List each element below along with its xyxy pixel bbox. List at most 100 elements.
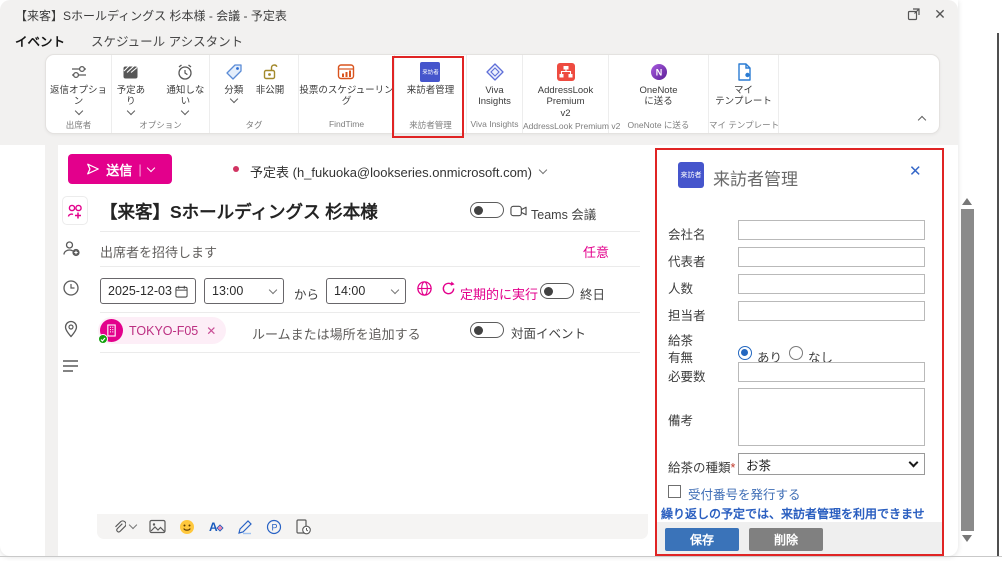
ribbon-group-visitor-management: 来訪者 来訪者管理 来訪者管理	[395, 55, 467, 133]
tab-scheduling-assistant[interactable]: スケジュール アシスタント	[91, 31, 243, 50]
categorize-button[interactable]: 分類	[224, 61, 244, 102]
issue-number-checkbox[interactable]	[668, 485, 681, 498]
calendar-color-dot	[233, 166, 239, 172]
svg-text:N: N	[655, 68, 662, 78]
send-to-onenote-button[interactable]: N OneNote に送る	[639, 61, 677, 108]
location-chip-label: TOKYO-F05	[129, 324, 198, 338]
addresslook-icon	[556, 61, 576, 83]
ribbon-group-attendees: 返信オプション 出席者	[46, 55, 112, 133]
company-label: 会社名	[668, 224, 706, 243]
show-as-busy-button[interactable]: 予定あり	[112, 61, 150, 114]
location-field[interactable]: ルームまたは場所を追加する	[252, 324, 421, 343]
ribbon-group-addresslook: AddressLook Premium v2 AddressLook Premi…	[523, 55, 609, 133]
left-gutter	[45, 145, 58, 556]
scroll-up-arrow-icon[interactable]	[962, 198, 972, 205]
company-input[interactable]	[738, 220, 925, 240]
location-chip[interactable]: TOKYO-F05 ✕	[98, 317, 226, 344]
event-title-icon	[62, 196, 88, 225]
notes-textarea[interactable]	[738, 388, 925, 446]
body-editor[interactable]	[97, 357, 648, 514]
draw-icon[interactable]	[237, 518, 253, 536]
emoji-icon[interactable]	[179, 518, 195, 536]
representative-input[interactable]	[738, 247, 925, 267]
loop-icon[interactable]: P	[266, 518, 282, 536]
add-people-icon	[62, 239, 81, 258]
visitor-management-panel: 来訪者 来訪者管理 ✕ 会社名 代表者 人数 担当者 給茶 有無 あり なし 必…	[655, 148, 944, 556]
chevron-down-icon	[127, 107, 135, 115]
viva-insights-button[interactable]: Viva Insights	[478, 61, 511, 108]
camera-icon	[510, 205, 527, 217]
schedule-send-icon[interactable]	[295, 518, 311, 536]
attach-icon[interactable]	[112, 518, 136, 536]
onenote-icon: N	[649, 61, 669, 83]
editor-toolbar: A P	[97, 514, 648, 539]
page-right-border	[997, 33, 999, 557]
delete-button[interactable]: 削除	[749, 528, 823, 551]
ribbon-collapse-chevron-up-icon[interactable]	[918, 116, 926, 124]
send-button[interactable]: 送信 |	[68, 154, 172, 184]
staff-input[interactable]	[738, 301, 925, 321]
ribbon-group-findtime: 投票のスケジューリング FindTime	[299, 55, 395, 133]
chevron-down-icon	[74, 107, 82, 115]
close-icon[interactable]: ✕	[930, 5, 950, 23]
sliders-icon	[69, 61, 89, 83]
chevron-down-icon	[181, 107, 189, 115]
ribbon: 返信オプション 出席者 予定あり	[45, 54, 940, 134]
issue-number-label[interactable]: 受付番号を発行する	[688, 484, 801, 503]
save-button[interactable]: 保存	[665, 528, 739, 551]
in-person-toggle[interactable]	[470, 322, 504, 338]
chevron-down-icon	[391, 285, 399, 293]
optional-attendees-link[interactable]: 任意	[583, 242, 609, 261]
page-bottom-border	[0, 556, 1002, 557]
tea-yes-radio[interactable]	[738, 346, 752, 360]
scrollbar-thumb[interactable]	[961, 209, 974, 531]
popout-icon[interactable]	[904, 5, 924, 23]
scheduling-poll-button[interactable]: 投票のスケジューリング	[299, 61, 394, 108]
remove-location-icon[interactable]: ✕	[206, 324, 216, 338]
tea-type-select[interactable]: お茶	[738, 453, 925, 475]
my-templates-button[interactable]: マイ テンプレート	[715, 61, 772, 108]
private-button[interactable]: 非公開	[256, 61, 285, 96]
scroll-down-arrow-icon[interactable]	[962, 535, 972, 542]
calendar-selector[interactable]: 予定表 (h_fukuoka@lookseries.onmicrosoft.co…	[250, 162, 546, 181]
teams-meeting-label: Teams 会議	[531, 204, 596, 223]
lock-open-icon	[260, 61, 280, 83]
no-reminder-button[interactable]: 通知しない	[162, 61, 209, 114]
from-to-label: から	[294, 284, 319, 303]
event-title-field[interactable]: 【来客】Sホールディングス 杉本様	[100, 199, 378, 224]
chevron-down-icon	[129, 521, 137, 529]
available-check-icon	[98, 334, 108, 344]
all-day-toggle[interactable]	[540, 283, 574, 299]
all-day-label: 終日	[580, 284, 605, 303]
reply-options-button[interactable]: 返信オプション	[46, 61, 111, 114]
start-date-field[interactable]: 2025-12-03	[100, 278, 196, 304]
chevron-down-icon	[269, 285, 277, 293]
visitor-management-button[interactable]: 来訪者 来訪者管理	[407, 61, 455, 96]
required-asterisk: *	[731, 461, 736, 475]
page-scrollbar[interactable]	[959, 198, 975, 556]
ribbon-group-onenote: N OneNote に送る OneNote に送る	[609, 55, 709, 133]
tea-no-radio[interactable]	[789, 346, 803, 360]
panel-close-icon[interactable]: ✕	[909, 162, 922, 180]
busy-icon	[121, 61, 140, 83]
recurrence-link[interactable]: 定期的に実行	[460, 284, 538, 303]
tag-icon	[224, 61, 244, 83]
teams-meeting-toggle[interactable]	[470, 202, 504, 218]
start-time-field[interactable]: 13:00	[204, 278, 284, 304]
chevron-down-icon	[909, 457, 919, 467]
attendees-field[interactable]: 出席者を招待します	[100, 242, 217, 261]
addresslook-button[interactable]: AddressLook Premium v2	[523, 61, 608, 119]
people-count-input[interactable]	[738, 274, 925, 294]
tab-event[interactable]: イベント	[15, 31, 65, 50]
ribbon-group-my-templates: マイ テンプレート マイ テンプレート	[709, 55, 779, 133]
end-time-field[interactable]: 14:00	[326, 278, 406, 304]
tea-presence-label: 有無	[668, 347, 693, 366]
clock-icon	[62, 279, 80, 297]
notes-label: 備考	[668, 410, 693, 429]
notes-icon	[62, 359, 79, 373]
required-count-input[interactable]	[738, 362, 925, 382]
send-options-chevron-icon[interactable]	[146, 163, 154, 171]
insert-image-icon[interactable]	[149, 518, 166, 536]
formatting-icon[interactable]: A	[208, 518, 224, 536]
timezone-globe-icon[interactable]	[416, 280, 433, 297]
